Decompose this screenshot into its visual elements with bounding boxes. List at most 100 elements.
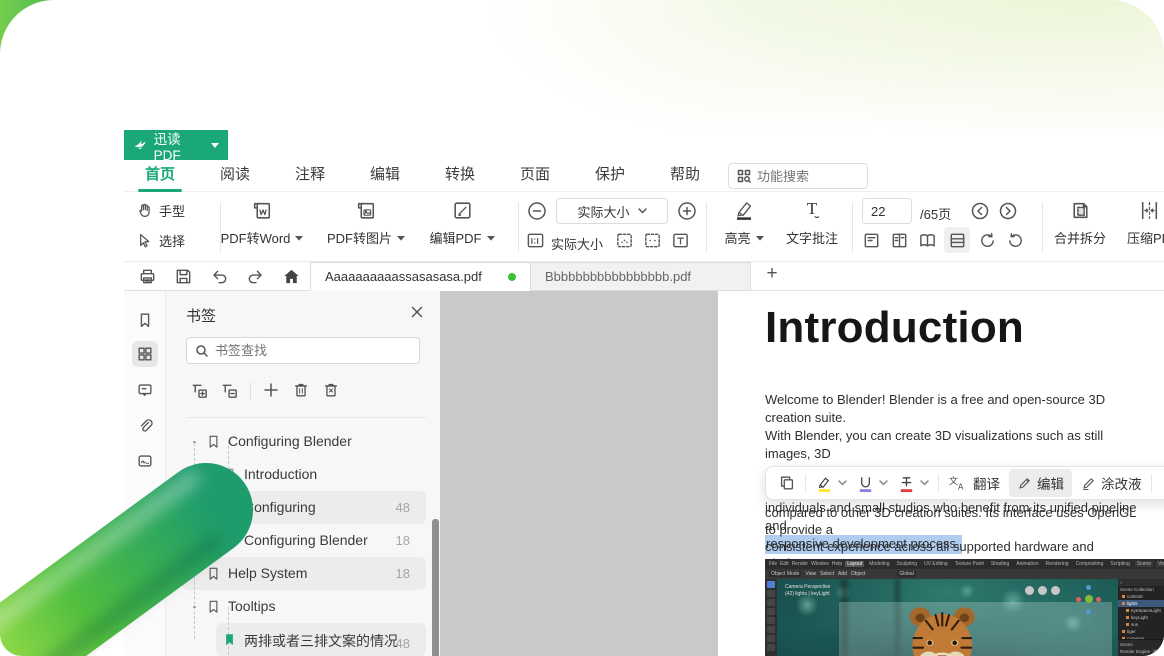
home-button[interactable] bbox=[282, 267, 301, 286]
outliner-row: sun bbox=[1118, 621, 1164, 628]
app-menu-tab[interactable]: 迅读PDF bbox=[124, 130, 228, 160]
collapse-all-button[interactable] bbox=[220, 381, 240, 401]
prev-page-button[interactable] bbox=[970, 201, 990, 221]
text-annotation-button[interactable]: T 文字批注 bbox=[764, 198, 860, 247]
zoom-out-button[interactable] bbox=[526, 200, 548, 222]
new-tab-button[interactable]: + bbox=[760, 263, 784, 285]
sidebar-item-comments[interactable] bbox=[132, 377, 158, 403]
blender-properties: Scene Render EngineEevee bbox=[1118, 639, 1164, 656]
workspace: 书签 bbox=[124, 291, 1164, 656]
highlight-pen-icon bbox=[815, 474, 834, 493]
next-page-button[interactable] bbox=[998, 201, 1018, 221]
save-button[interactable] bbox=[174, 267, 193, 286]
tree-collapse-toggle[interactable]: - bbox=[188, 600, 201, 613]
hand-tool-button[interactable]: 手型 bbox=[136, 200, 185, 220]
continuous-view-button[interactable] bbox=[944, 227, 970, 253]
bookmark-tree-item[interactable]: Introduction bbox=[166, 458, 434, 491]
pdf-to-word-button[interactable]: PDF转Word bbox=[212, 198, 312, 247]
compress-pdf-button[interactable]: 压缩PD bbox=[1114, 198, 1164, 247]
sidebar-item-thumbnails[interactable] bbox=[132, 341, 158, 367]
redo-button[interactable] bbox=[246, 267, 265, 286]
tree-collapse-toggle[interactable]: - bbox=[188, 435, 201, 448]
copy-icon[interactable] bbox=[778, 474, 796, 492]
expand-all-icon bbox=[190, 381, 209, 400]
menu-tab-edit[interactable]: 编辑 bbox=[363, 160, 407, 192]
select-tool-button[interactable]: 选择 bbox=[136, 230, 185, 250]
edit-text-button[interactable]: 编辑 bbox=[1009, 469, 1072, 497]
page-number-input[interactable] bbox=[867, 204, 907, 219]
rotate-left-button[interactable] bbox=[1006, 231, 1025, 250]
bookmark-search-input[interactable] bbox=[215, 343, 411, 358]
bookmark-label: Configuring Blender bbox=[244, 532, 368, 548]
menu-tab-read[interactable]: 阅读 bbox=[213, 160, 257, 192]
chevron-down-icon bbox=[920, 480, 929, 486]
book-view-button[interactable] bbox=[918, 231, 937, 250]
delete-bookmark-button[interactable] bbox=[292, 381, 312, 401]
tree-expand-toggle[interactable]: + bbox=[188, 567, 201, 580]
add-bookmark-button[interactable] bbox=[262, 381, 282, 401]
edit-pdf-button[interactable]: 编辑PDF bbox=[412, 198, 512, 247]
print-button[interactable] bbox=[138, 267, 157, 286]
unsaved-changes-dot bbox=[508, 273, 516, 281]
outliner-row: Scene Collection bbox=[1118, 586, 1164, 593]
expand-all-button[interactable] bbox=[190, 381, 210, 401]
panel-scrollbar[interactable] bbox=[432, 519, 439, 656]
fit-page-button[interactable] bbox=[615, 231, 634, 250]
lights-label: (42) lights | keyLight bbox=[785, 591, 830, 598]
menu-tab-annotate[interactable]: 注释 bbox=[288, 160, 332, 192]
single-page-icon bbox=[862, 231, 881, 250]
bookmark-tree-item[interactable]: Configuring Blender 18 bbox=[166, 524, 434, 557]
rotate-right-button[interactable] bbox=[978, 231, 997, 250]
single-page-view-button[interactable] bbox=[862, 231, 881, 250]
bookmark-panel-title: 书签 bbox=[186, 305, 216, 326]
bookmark-tree-item[interactable]: Configuring 48 bbox=[166, 491, 434, 524]
two-page-view-button[interactable] bbox=[890, 231, 909, 250]
document-tab-1[interactable]: Aaaaaaaaaassasasasa.pdf bbox=[310, 262, 531, 291]
bookmark-tree-item[interactable]: - Tooltips bbox=[166, 590, 434, 623]
pdf-to-image-button[interactable]: PDF转图片 bbox=[316, 198, 416, 247]
actual-size-label[interactable]: 实际大小 bbox=[551, 234, 603, 253]
bookmark-icon bbox=[206, 434, 221, 449]
bookmark-tree-item[interactable]: 两排或者三排文案的情况 48 bbox=[166, 623, 434, 656]
bookmark-tree-item[interactable]: + Help System 18 bbox=[166, 557, 434, 590]
bookmark-panel-close-button[interactable] bbox=[410, 305, 424, 319]
function-search-input[interactable] bbox=[757, 169, 843, 184]
caret-down-icon bbox=[397, 235, 405, 241]
sidebar-item-attachments[interactable] bbox=[132, 413, 158, 439]
sidebar-item-signature[interactable] bbox=[132, 448, 158, 474]
menu-tab-convert[interactable]: 转换 bbox=[438, 160, 482, 192]
chevron-down-icon bbox=[838, 480, 847, 486]
blender-header-add: Add bbox=[838, 571, 847, 577]
zoom-level-select[interactable]: 实际大小 bbox=[556, 198, 668, 224]
ribbon-menubar: 首页 阅读 注释 编辑 转换 页面 保护 帮助 bbox=[124, 160, 1164, 192]
actual-size-button[interactable] bbox=[526, 231, 545, 250]
book-view-icon bbox=[918, 231, 937, 250]
strikethrough-format-button[interactable] bbox=[897, 474, 929, 493]
outliner-row: controls bbox=[1118, 593, 1164, 600]
translate-button[interactable]: 文 A 翻译 bbox=[948, 473, 1000, 493]
blender-workspace-tab: Texture Paint bbox=[953, 561, 986, 567]
highlight-format-button[interactable] bbox=[815, 474, 847, 493]
underline-format-button[interactable] bbox=[856, 474, 888, 493]
menu-tab-protect[interactable]: 保护 bbox=[588, 160, 632, 192]
document-tab-2[interactable]: Bbbbbbbbbbbbbbbbb.pdf bbox=[530, 262, 751, 291]
bookmark-label: Configuring Blender bbox=[228, 433, 352, 449]
menu-tab-page[interactable]: 页面 bbox=[513, 160, 557, 192]
bookmark-tree-item[interactable]: - Configuring Blender bbox=[166, 425, 434, 458]
delete-all-bookmarks-button[interactable] bbox=[322, 381, 342, 401]
undo-button[interactable] bbox=[210, 267, 229, 286]
menu-tab-help[interactable]: 帮助 bbox=[663, 160, 707, 192]
fit-text-button[interactable] bbox=[671, 231, 690, 250]
menu-tab-home[interactable]: 首页 bbox=[138, 160, 182, 192]
pdf-page: Introduction Welcome to Blender! Blender… bbox=[718, 291, 1164, 656]
svg-text:T: T bbox=[807, 199, 818, 218]
chevron-down-icon bbox=[638, 208, 647, 214]
fit-width-button[interactable] bbox=[643, 231, 662, 250]
correction-fluid-button[interactable]: 涂改液 bbox=[1081, 473, 1142, 493]
two-page-icon bbox=[890, 231, 909, 250]
bookmark-search-box[interactable] bbox=[186, 337, 420, 364]
outliner-row: keyLight bbox=[1118, 614, 1164, 621]
sidebar-item-bookmarks[interactable] bbox=[132, 307, 158, 333]
page-number-box[interactable] bbox=[862, 198, 912, 224]
function-search-box[interactable] bbox=[728, 163, 868, 189]
